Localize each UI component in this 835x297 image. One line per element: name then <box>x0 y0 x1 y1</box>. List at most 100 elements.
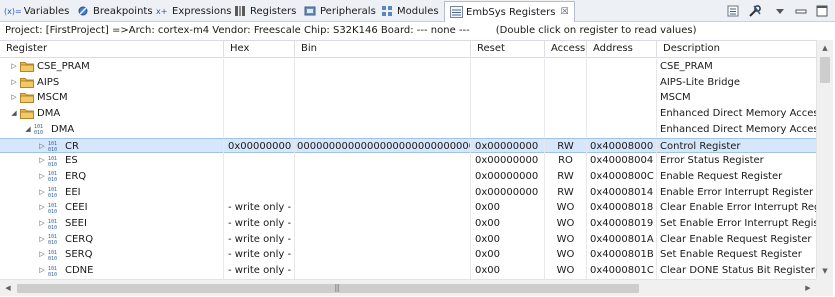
tree-collapsed-icon[interactable]: ▷ <box>37 185 47 200</box>
tab-breakpoints[interactable]: Breakpoints <box>76 1 153 21</box>
column-header-bin[interactable]: Bin <box>295 41 471 58</box>
table-row[interactable]: ▷ 101 010 CEEI - write only -0x00 WO 0x4000801… <box>0 200 816 216</box>
bin-value-cell <box>295 168 471 185</box>
column-header-hex[interactable]: Hex <box>224 41 295 58</box>
tab-label: Modules <box>397 5 439 17</box>
tree-collapsed-icon[interactable]: ▷ <box>37 263 47 278</box>
project-info-bar: Project: [FirstProject] =>Arch: cortex-m… <box>0 22 835 39</box>
bin-value-cell <box>295 59 471 75</box>
horizontal-scrollbar[interactable]: ◀ ||| ▶ <box>0 279 816 296</box>
svg-text:010: 010 <box>48 225 57 230</box>
register-cell: ▷ MSCM <box>0 90 224 107</box>
tree-collapsed-icon[interactable]: ▷ <box>9 90 19 105</box>
tree-collapsed-icon[interactable]: ▷ <box>9 59 19 74</box>
table-row[interactable]: ▷ 101 010 SERQ - write only -0x00 WO 0x4000801… <box>0 247 816 264</box>
tree-collapsed-icon[interactable]: ▷ <box>37 216 47 231</box>
tree-collapsed-icon[interactable]: ▷ <box>37 232 47 247</box>
tab-modules[interactable]: Modules <box>380 1 439 21</box>
scroll-up-icon[interactable]: ▲ <box>817 40 833 56</box>
description-cell: Enable Error Interrupt Register <box>660 186 814 198</box>
hex-value-cell <box>224 106 295 122</box>
bin-value-cell <box>295 121 471 138</box>
tree-expanded-icon[interactable]: ◢ <box>9 106 19 121</box>
address-cell <box>587 90 657 107</box>
tree-collapsed-icon[interactable]: ▷ <box>37 139 47 154</box>
reset-value-cell: 0x00000000 <box>471 153 545 169</box>
table-row[interactable]: ▷ AIPS AIPS-Lite Bridge <box>0 74 816 91</box>
register-cell: ◢ DMA <box>0 106 224 122</box>
column-header-address[interactable]: Address <box>587 41 657 58</box>
address-cell: 0x40008004 <box>587 153 657 169</box>
table-row[interactable]: ▷ CSE_PRAM CSE_PRAM <box>0 59 816 75</box>
description-cell: MSCM <box>660 92 691 104</box>
table-row[interactable]: ▷ 101 010 EEI 0x00000000 RW 0x40008014 Enable E… <box>0 184 816 201</box>
vertical-scroll-thumb[interactable] <box>820 57 830 83</box>
column-header-access[interactable]: Access <box>545 41 587 58</box>
address-cell: 0x4000801B <box>587 247 657 264</box>
horizontal-scroll-thumb[interactable] <box>17 284 639 293</box>
table-row[interactable]: ▷ MSCM MSCM <box>0 90 816 107</box>
table-row[interactable]: ▷ 101 010 ES 0x00000000 RO 0x40008004 Error Sta… <box>0 153 816 169</box>
table-row[interactable]: ▷ 101 010 CR 0x00000000 000000000000000000000… <box>0 137 816 155</box>
table-row[interactable]: ◢ DMA Enhanced Direct Memory Access <box>0 106 816 122</box>
column-header-description[interactable]: Description <box>657 41 816 58</box>
configure-icon[interactable] <box>747 3 763 19</box>
close-tab-icon[interactable]: ☒ <box>560 7 568 17</box>
tree-collapsed-icon[interactable]: ▷ <box>9 75 19 90</box>
hex-value-cell: - write only - <box>224 200 295 216</box>
reset-value-cell <box>471 90 545 107</box>
tab-expressions[interactable]: x+ Expressions <box>155 1 232 21</box>
access-cell: WO <box>545 231 587 248</box>
scroll-right-icon[interactable]: ▶ <box>800 280 816 296</box>
column-header-reset[interactable]: Reset <box>471 41 545 58</box>
description-cell: Clear Enable Error Interrupt Register <box>660 202 816 214</box>
address-cell <box>587 74 657 91</box>
tab-embsys-registers[interactable]: EmbSys Registers ☒ <box>444 1 575 22</box>
folder-icon <box>20 91 34 104</box>
register-icon: 101 010 <box>48 264 62 277</box>
table-row[interactable]: ▷ 101 010 CERQ - write only -0x00 WO 0x4000801… <box>0 231 816 248</box>
tree-expanded-icon[interactable]: ◢ <box>23 122 33 137</box>
table-row[interactable]: ▷ 101 010 CDNE - write only -0x00 WO 0x4000801… <box>0 263 816 279</box>
tree-collapsed-icon[interactable]: ▷ <box>37 169 47 184</box>
collapse-all-icon[interactable] <box>725 3 741 19</box>
tree-collapsed-icon[interactable]: ▷ <box>37 247 47 262</box>
scroll-down-icon[interactable]: ▼ <box>817 263 833 279</box>
access-cell: RW <box>545 138 587 155</box>
minimize-icon[interactable] <box>793 3 809 19</box>
tab-variables[interactable]: (x)= Variables <box>4 1 69 21</box>
table-row[interactable]: ◢ 101 010 DMA Enhanced Direct Memory Access <box>0 121 816 138</box>
register-icon: 101 010 <box>48 201 62 214</box>
hex-value-cell <box>224 168 295 185</box>
tab-registers[interactable]: Registers <box>233 1 296 21</box>
tab-peripherals[interactable]: Peripherals <box>303 1 376 21</box>
access-cell <box>545 74 587 91</box>
access-cell <box>545 59 587 75</box>
read-values-hint: (Double click on register to read values… <box>495 25 697 36</box>
register-icon: 101 010 <box>48 217 62 230</box>
column-header-register[interactable]: Register <box>0 41 224 58</box>
scroll-left-icon[interactable]: ◀ <box>0 280 16 296</box>
bin-value-cell: 00000000000000000000000000000000 <box>295 138 471 155</box>
reset-value-cell: 0x00000000 <box>471 168 545 185</box>
hex-value-cell <box>224 74 295 91</box>
bin-value-cell <box>295 106 471 122</box>
tab-label: Breakpoints <box>93 5 153 17</box>
bin-value-cell <box>295 153 471 169</box>
register-name: ERQ <box>65 170 87 182</box>
reset-value-cell: 0x00000000 <box>471 138 545 155</box>
access-cell: RO <box>545 153 587 169</box>
address-cell: 0x40008019 <box>587 216 657 232</box>
register-group-icon: 101 010 <box>34 123 48 136</box>
tree-collapsed-icon[interactable]: ▷ <box>37 200 47 215</box>
bin-value-cell <box>295 74 471 91</box>
view-menu-icon[interactable] <box>772 3 788 19</box>
bin-value-cell <box>295 263 471 279</box>
maximize-icon[interactable] <box>814 3 830 19</box>
table-row[interactable]: ▷ 101 010 SEEI - write only -0x00 WO 0x4000801… <box>0 216 816 232</box>
table-row[interactable]: ▷ 101 010 ERQ 0x00000000 RW 0x4000800C Enable R… <box>0 168 816 185</box>
tree-collapsed-icon[interactable]: ▷ <box>37 153 47 168</box>
address-cell: 0x40008018 <box>587 200 657 216</box>
vertical-scrollbar[interactable]: ▲ ▼ <box>816 40 833 279</box>
hex-value-cell <box>224 153 295 169</box>
